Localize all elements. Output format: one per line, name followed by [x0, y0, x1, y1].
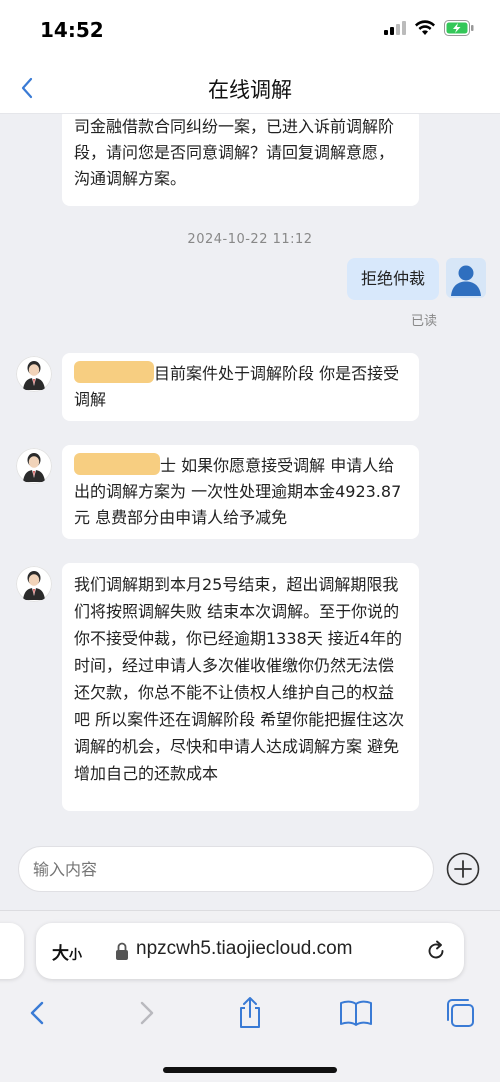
status-time: 14:52 — [40, 18, 104, 42]
message-input[interactable] — [18, 846, 434, 892]
add-plus-icon[interactable] — [446, 852, 480, 886]
agent-message-bubble: 司金融借款合同纠纷一案，已进入诉前调解阶段，请问您是否同意调解？请回复调解意愿，… — [62, 114, 419, 206]
agent-avatar-icon — [16, 448, 52, 484]
text-size-button[interactable]: 大小 — [52, 939, 82, 964]
text-size-big: 大 — [52, 944, 69, 964]
agent-avatar-icon — [16, 566, 52, 602]
agent-message-bubble: 目前案件处于调解阶段 你是否接受调解 — [62, 353, 419, 421]
agent-avatar — [16, 448, 52, 484]
url-text: npzcwh5.tiaojiecloud.com — [136, 938, 353, 959]
redacted-name — [74, 361, 154, 383]
reload-icon[interactable] — [424, 939, 448, 963]
share-icon[interactable] — [232, 995, 268, 1031]
wifi-icon — [415, 20, 435, 35]
home-indicator — [163, 1067, 337, 1073]
status-icons — [384, 20, 474, 36]
my-message-bubble: 拒绝仲裁 — [346, 258, 439, 300]
message-text: 拒绝仲裁 — [360, 269, 425, 288]
user-avatar — [446, 258, 486, 298]
previous-tab-peek[interactable] — [0, 923, 24, 979]
user-avatar-icon — [446, 258, 486, 298]
address-bar[interactable]: 大小 npzcwh5.tiaojiecloud.com — [36, 923, 464, 979]
browser-forward-icon[interactable] — [128, 995, 164, 1031]
read-receipt: 已读 — [410, 314, 437, 329]
message-text: 我们调解期到本月25号结束，超出调解期限我们将按照调解失败 结束本次调解。至于你… — [74, 575, 405, 783]
status-bar: 14:52 — [0, 0, 500, 62]
browser-back-icon[interactable] — [20, 995, 56, 1031]
browser-chrome: 大小 npzcwh5.tiaojiecloud.com — [0, 910, 500, 1082]
nav-bar: 在线调解 — [0, 62, 500, 114]
agent-message-bubble: 士 如果你愿意接受调解 申请人给出的调解方案为 一次性处理逾期本金4923.87… — [62, 445, 419, 539]
page-title: 在线调解 — [208, 78, 292, 102]
message-text-name-tail: 士 — [160, 456, 177, 475]
agent-avatar-icon — [16, 356, 52, 392]
tabs-icon[interactable] — [442, 995, 478, 1031]
battery-charging-icon — [444, 20, 474, 36]
input-bar — [0, 834, 500, 910]
agent-avatar — [16, 356, 52, 392]
chat-area[interactable]: 司金融借款合同纠纷一案，已进入诉前调解阶段，请问您是否同意调解？请回复调解意愿，… — [0, 114, 500, 834]
lock-icon — [116, 942, 128, 960]
cellular-signal-icon — [384, 21, 406, 35]
text-size-small: 小 — [69, 948, 83, 963]
agent-message-bubble: 我们调解期到本月25号结束，超出调解期限我们将按照调解失败 结束本次调解。至于你… — [62, 563, 419, 811]
message-timestamp: 2024-10-22 11:12 — [187, 232, 313, 247]
bookmarks-icon[interactable] — [338, 995, 374, 1031]
agent-avatar — [16, 566, 52, 602]
redacted-name — [74, 453, 160, 475]
message-text: 司金融借款合同纠纷一案，已进入诉前调解阶段，请问您是否同意调解？请回复调解意愿，… — [74, 117, 395, 188]
